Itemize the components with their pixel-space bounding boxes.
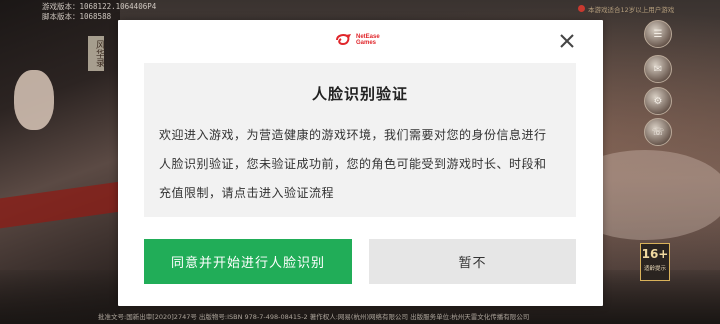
game-version-line: 游戏版本：1068122.1064406P4 <box>42 2 157 11</box>
logo-word-games: Games <box>356 40 377 46</box>
logo-wordmark: NetEase Games <box>356 34 380 47</box>
agree-start-face-recognition-button[interactable]: 同意并开始进行人脸识别 <box>144 239 352 284</box>
notice-dot-icon <box>578 5 585 12</box>
version-info: 游戏版本：1068122.1064406P4 脚本版本：1068588 <box>42 2 156 22</box>
side-menu-button-4[interactable]: ☏ <box>644 118 672 146</box>
age-rating: 16+ <box>641 247 669 261</box>
face-verification-dialog: NetEase Games 人脸识别验证 欢迎进入游戏，为营造健康的游戏环境，我… <box>118 20 603 306</box>
message-panel: 人脸识别验证 欢迎进入游戏，为营造健康的游戏环境，我们需要对您的身份信息进行 人… <box>144 63 576 217</box>
not-now-button[interactable]: 暂不 <box>369 239 576 284</box>
publication-footer: 批准文号:国新出审[2020]2747号 出版物号:ISBN 978-7-498… <box>98 313 530 321</box>
dialog-message: 欢迎进入游戏，为营造健康的游戏环境，我们需要对您的身份信息进行 人脸识别验证，您… <box>159 121 564 208</box>
netease-logo: NetEase Games <box>335 33 380 47</box>
netease-logo-icon <box>336 34 351 46</box>
game-title-tag: 风华录 <box>88 36 104 71</box>
side-menu-button-1[interactable]: ☰ <box>644 20 672 48</box>
age-rating-badge[interactable]: 16+ 适龄提示 <box>640 243 670 281</box>
dialog-title: 人脸识别验证 <box>311 85 408 103</box>
notice-icon: ✉ <box>653 63 663 75</box>
close-icon <box>560 34 574 48</box>
side-menu-button-2[interactable]: ✉ <box>644 55 672 83</box>
service-icon: ☏ <box>651 126 665 138</box>
message-line: 人脸识别验证，您未验证成功前，您的角色可能受到游戏时长、时段和 <box>159 157 547 171</box>
scroll-icon: ☰ <box>653 28 663 40</box>
message-line: 欢迎进入游戏，为营造健康的游戏环境，我们需要对您的身份信息进行 <box>159 128 547 142</box>
character-face <box>14 70 54 130</box>
message-line: 充值限制，请点击进入验证流程 <box>159 186 335 200</box>
age-rating-label: 适龄提示 <box>643 266 666 272</box>
side-menu-button-3[interactable]: ⚙ <box>644 87 672 115</box>
age-notice: 本游戏适合12岁以上用户游戏 <box>588 6 675 14</box>
close-button[interactable] <box>557 31 577 51</box>
settings-icon: ⚙ <box>653 95 663 107</box>
